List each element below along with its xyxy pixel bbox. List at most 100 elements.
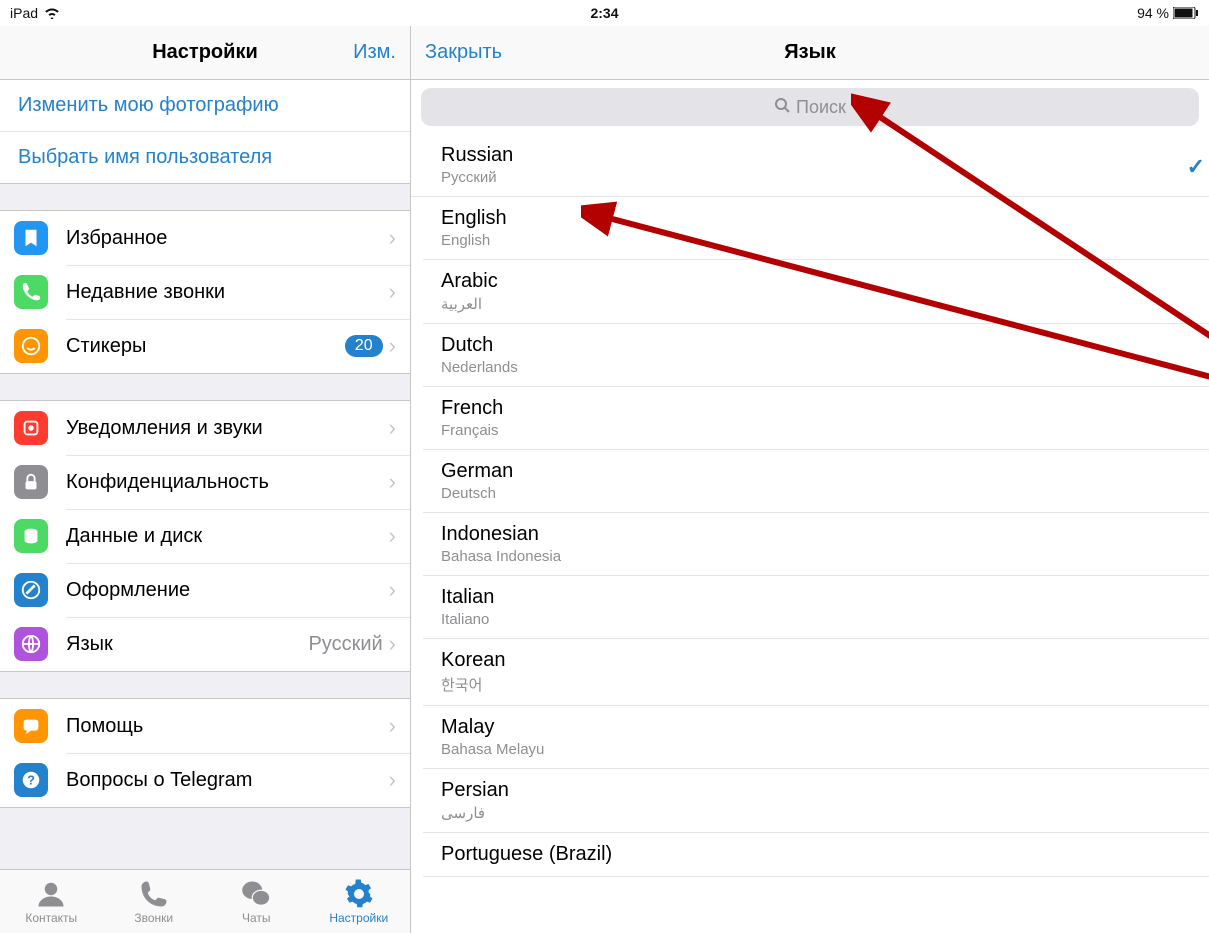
svg-text:?: ? <box>27 773 35 788</box>
language-name: Malay <box>441 716 1191 739</box>
language-native: فارسی <box>441 804 1191 822</box>
language-name: French <box>441 397 1191 420</box>
language-native: Deutsch <box>441 485 1191 502</box>
search-input[interactable]: Поиск <box>421 88 1199 126</box>
settings-row-stickers[interactable]: Стикеры20› <box>0 319 410 373</box>
row-label: Вопросы о Telegram <box>66 769 389 792</box>
sticker-icon <box>14 329 48 363</box>
status-bar: iPad 2:34 94 % <box>0 0 1209 26</box>
chevron-right-icon: › <box>389 631 396 657</box>
row-label: Конфиденциальность <box>66 471 389 494</box>
row-label: Недавние звонки <box>66 281 389 304</box>
language-name: Arabic <box>441 270 1191 293</box>
language-name: Italian <box>441 586 1191 609</box>
tab-contacts[interactable]: Контакты <box>0 870 103 933</box>
right-navbar: Закрыть Язык <box>411 26 1209 80</box>
row-label: Уведомления и звуки <box>66 417 389 440</box>
bell-icon <box>14 411 48 445</box>
language-native: Русский <box>441 169 1191 186</box>
chevron-right-icon: › <box>389 713 396 739</box>
row-label: Данные и диск <box>66 525 389 548</box>
chevron-right-icon: › <box>389 415 396 441</box>
brush-icon <box>14 573 48 607</box>
chat-icon <box>14 709 48 743</box>
change-photo-link[interactable]: Изменить мою фотографию <box>0 80 410 131</box>
language-native: العربية <box>441 295 1191 313</box>
tab-chats[interactable]: Чаты <box>205 870 308 933</box>
close-button[interactable]: Закрыть <box>425 41 502 64</box>
language-row[interactable]: Korean한국어 <box>423 639 1209 706</box>
battery-text: 94 % <box>1137 5 1169 21</box>
bookmark-icon <box>14 221 48 255</box>
language-row[interactable]: Russian Русский✓ <box>411 134 1209 197</box>
row-label: Язык <box>66 633 308 656</box>
language-native: English <box>441 232 1191 249</box>
settings-row-data[interactable]: Данные и диск› <box>0 509 410 563</box>
language-name: English <box>441 207 1191 230</box>
row-value: Русский <box>308 633 382 656</box>
search-icon <box>774 97 790 118</box>
chevron-right-icon: › <box>389 225 396 251</box>
phone-icon <box>14 275 48 309</box>
language-row[interactable]: Malay Bahasa Melayu <box>423 706 1209 769</box>
row-label: Стикеры <box>66 335 345 358</box>
settings-title: Настройки <box>152 41 258 64</box>
settings-row-faq[interactable]: ? Вопросы о Telegram› <box>0 753 410 807</box>
language-name: German <box>441 460 1191 483</box>
clock: 2:34 <box>590 5 618 21</box>
question-icon: ? <box>14 763 48 797</box>
chevron-right-icon: › <box>389 469 396 495</box>
language-row[interactable]: Persian فارسی <box>423 769 1209 833</box>
language-row[interactable]: German Deutsch <box>423 450 1209 513</box>
edit-button[interactable]: Изм. <box>353 41 396 64</box>
settings-row-help[interactable]: Помощь› <box>0 699 410 753</box>
language-row[interactable]: Arabic العربية <box>423 260 1209 324</box>
settings-row-favorites[interactable]: Избранное› <box>0 211 410 265</box>
row-label: Помощь <box>66 715 389 738</box>
globe-icon <box>14 627 48 661</box>
checkmark-icon: ✓ <box>1187 154 1205 180</box>
language-row[interactable]: English English <box>423 197 1209 260</box>
language-name: Portuguese (Brazil) <box>441 843 1191 866</box>
language-native: Nederlands <box>441 359 1191 376</box>
tab-bar: Контакты Звонки Чаты Настройки <box>0 869 410 933</box>
device-label: iPad <box>10 5 38 21</box>
chevron-right-icon: › <box>389 523 396 549</box>
disk-icon <box>14 519 48 553</box>
language-row[interactable]: Portuguese (Brazil) <box>423 833 1209 877</box>
language-native: Français <box>441 422 1191 439</box>
left-navbar: Настройки Изм. <box>0 26 410 80</box>
language-name: Korean <box>441 649 1191 672</box>
row-label: Избранное <box>66 227 389 250</box>
search-placeholder: Поиск <box>796 97 846 118</box>
language-panel: Закрыть Язык Поиск Russian Русский✓ Englis… <box>411 26 1209 933</box>
settings-row-recent_calls[interactable]: Недавние звонки› <box>0 265 410 319</box>
language-native: Bahasa Indonesia <box>441 548 1191 565</box>
chevron-right-icon: › <box>389 767 396 793</box>
language-row[interactable]: Indonesian Bahasa Indonesia <box>423 513 1209 576</box>
tab-settings[interactable]: Настройки <box>308 870 411 933</box>
settings-panel: Настройки Изм. Изменить мою фотографию В… <box>0 26 411 933</box>
chevron-right-icon: › <box>389 577 396 603</box>
settings-row-language[interactable]: ЯзыкРусский › <box>0 617 410 671</box>
choose-username-link[interactable]: Выбрать имя пользователя <box>0 131 410 183</box>
language-title: Язык <box>784 41 835 64</box>
lock-icon <box>14 465 48 499</box>
settings-row-notifications[interactable]: Уведомления и звуки› <box>0 401 410 455</box>
language-native: Bahasa Melayu <box>441 741 1191 758</box>
battery-icon <box>1173 7 1199 19</box>
chevron-right-icon: › <box>389 333 396 359</box>
language-name: Dutch <box>441 334 1191 357</box>
language-name: Russian <box>441 144 1191 167</box>
language-native: 한국어 <box>441 674 1191 695</box>
language-row[interactable]: Dutch Nederlands <box>423 324 1209 387</box>
row-label: Оформление <box>66 579 389 602</box>
language-row[interactable]: ItalianItaliano <box>423 576 1209 639</box>
settings-row-appearance[interactable]: Оформление› <box>0 563 410 617</box>
wifi-icon <box>44 7 60 19</box>
settings-row-privacy[interactable]: Конфиденциальность› <box>0 455 410 509</box>
language-name: Indonesian <box>441 523 1191 546</box>
language-row[interactable]: French Français <box>423 387 1209 450</box>
language-name: Persian <box>441 779 1191 802</box>
tab-calls[interactable]: Звонки <box>103 870 206 933</box>
